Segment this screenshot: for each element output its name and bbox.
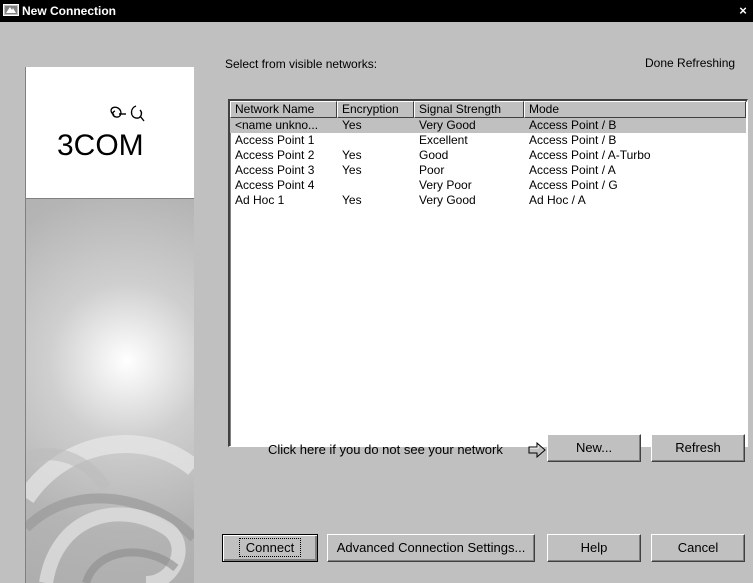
signal-cell: Poor: [419, 163, 445, 177]
mode-cell: Ad Hoc / A: [529, 193, 586, 207]
arrow-right-icon: [528, 442, 546, 458]
logo-box: 3COM: [26, 67, 194, 199]
window-app-icon: [3, 4, 19, 16]
cancel-button[interactable]: Cancel: [651, 534, 745, 562]
network-row[interactable]: Access Point 1 Excellent Access Point / …: [230, 133, 746, 148]
new-button[interactable]: New...: [547, 434, 641, 462]
network-name-cell: Access Point 3: [235, 163, 315, 177]
missing-network-hint: Click here if you do not see your networ…: [268, 442, 503, 457]
encryption-cell: Yes: [342, 163, 362, 177]
column-header-encryption[interactable]: Encryption: [337, 101, 414, 118]
column-header-signal-strength[interactable]: Signal Strength: [414, 101, 524, 118]
close-icon[interactable]: ×: [735, 3, 751, 19]
encryption-cell: Yes: [342, 118, 362, 132]
network-name-cell: Ad Hoc 1: [235, 193, 285, 207]
signal-cell: Good: [419, 148, 449, 162]
mode-cell: Access Point / A-Turbo: [529, 148, 651, 162]
network-name-cell: <name unkno...: [235, 118, 319, 132]
refresh-button[interactable]: Refresh: [651, 434, 745, 462]
help-button[interactable]: Help: [547, 534, 641, 562]
window-title: New Connection: [22, 4, 117, 18]
dialog-body: 3COM Select from visible networks: Done …: [0, 22, 753, 583]
signal-cell: Very Poor: [419, 178, 472, 192]
signal-cell: Very Good: [419, 193, 476, 207]
refresh-status: Done Refreshing: [645, 56, 736, 70]
advanced-connection-settings-button[interactable]: Advanced Connection Settings...: [327, 534, 535, 562]
mode-cell: Access Point / B: [529, 118, 617, 132]
network-row[interactable]: Access Point 2 Yes Good Access Point / A…: [230, 148, 746, 163]
network-name-cell: Access Point 2: [235, 148, 315, 162]
network-name-cell: Access Point 1: [235, 133, 315, 147]
connect-button[interactable]: Connect: [222, 534, 318, 562]
network-row[interactable]: Ad Hoc 1 Yes Very Good Ad Hoc / A: [230, 193, 746, 208]
network-row[interactable]: <name unkno... Yes Very Good Access Poin…: [230, 118, 746, 133]
logo-wordmark: 3COM: [57, 129, 144, 162]
column-header-network-name[interactable]: Network Name: [230, 101, 337, 118]
networks-label: Select from visible networks:: [225, 57, 378, 71]
mode-cell: Access Point / G: [529, 178, 618, 192]
column-header-mode[interactable]: Mode: [524, 101, 746, 118]
encryption-cell: Yes: [342, 193, 362, 207]
signal-cell: Very Good: [419, 118, 476, 132]
mode-cell: Access Point / B: [529, 133, 617, 147]
3com-logo-mark-icon: [110, 105, 145, 122]
mode-cell: Access Point / A: [529, 163, 616, 177]
network-name-cell: Access Point 4: [235, 178, 315, 192]
network-list[interactable]: Network Name Encryption Signal Strength …: [228, 99, 748, 447]
network-row[interactable]: Access Point 3 Yes Poor Access Point / A: [230, 163, 746, 178]
encryption-cell: Yes: [342, 148, 362, 162]
signal-cell: Excellent: [419, 133, 468, 147]
title-bar[interactable]: New Connection ×: [0, 0, 753, 22]
brand-panel: 3COM: [25, 67, 194, 583]
connect-button-label: Connect: [238, 538, 302, 557]
decorative-swirl-art: [26, 435, 194, 583]
network-row[interactable]: Access Point 4 Very Poor Access Point / …: [230, 178, 746, 193]
